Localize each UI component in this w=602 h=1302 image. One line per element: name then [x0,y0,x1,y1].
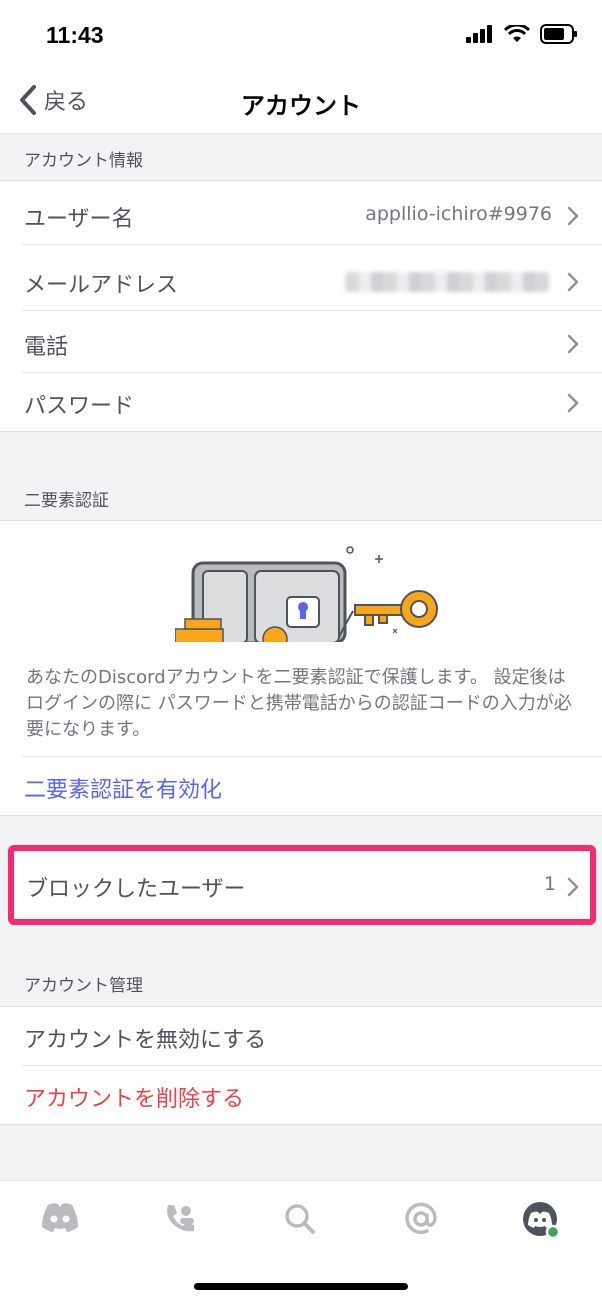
blocked-users-label: ブロックしたユーザー [26,877,246,902]
row-password[interactable]: パスワード [0,373,602,432]
treasure-chest-illustration [175,546,438,643]
account-info-group: ユーザー名 appllio-ichiro#9976 メールアドレス 電話 パスワ… [0,180,602,432]
chevron-right-icon [567,272,579,292]
chevron-right-icon [567,206,579,226]
friends-icon [167,1205,194,1232]
username-value: appllio-ichiro#9976 [365,203,552,225]
delete-account-row[interactable]: アカウントを削除する [0,1066,602,1125]
disable-account-row[interactable]: アカウントを無効にする [0,1007,602,1066]
blocked-users-row[interactable]: ブロックしたユーザー 1 [8,845,596,925]
status-bar: 11:43 [0,0,602,70]
mentions-icon [405,1202,437,1235]
chevron-right-icon [567,393,579,413]
navigation-bar: 戻る アカウント [0,70,602,134]
email-label: メールアドレス [24,273,179,298]
row-username[interactable]: ユーザー名 appllio-ichiro#9976 [0,186,602,245]
tab-profile[interactable] [520,1201,564,1241]
username-label: ユーザー名 [24,207,134,232]
section-header-account-management: アカウント管理 [24,976,143,996]
account-management-group: アカウントを無効にする アカウントを削除する [0,1006,602,1125]
row-email[interactable]: メールアドレス [0,252,602,311]
wifi-icon [504,25,530,42]
profile-avatar-icon [523,1202,561,1240]
divider [22,756,602,757]
tab-mentions[interactable] [401,1201,445,1241]
disable-account-label: アカウントを無効にする [24,1028,267,1053]
email-blurred-value [345,272,550,292]
delete-account-label: アカウントを削除する [24,1087,245,1112]
signal-icon [466,25,492,43]
two-factor-group: あなたのDiscordアカウントを二要素認証で保護します。 設定後はログインの際… [0,520,602,816]
two-factor-description: あなたのDiscordアカウントを二要素認証で保護します。 設定後はログインの際… [26,667,572,740]
search-icon [285,1204,315,1234]
tab-search[interactable] [281,1201,325,1241]
status-icons [466,24,578,44]
home-indicator [194,1283,408,1290]
tab-home[interactable] [40,1201,84,1241]
phone-label: 電話 [24,335,69,360]
section-header-account-info: アカウント情報 [24,151,143,171]
row-phone[interactable]: 電話 [0,314,602,373]
blocked-users-count: 1 [543,873,556,895]
section-header-two-factor: 二要素認証 [24,491,109,511]
status-time: 11:43 [46,22,104,48]
chevron-right-icon [567,334,579,354]
tab-friends[interactable] [162,1201,206,1241]
battery-icon [540,24,577,44]
chevron-right-icon [567,877,579,897]
password-label: パスワード [24,394,135,419]
discord-home-icon [42,1203,78,1232]
page-title: アカウント [241,92,361,120]
enable-two-factor-link[interactable]: 二要素認証を有効化 [24,772,222,804]
